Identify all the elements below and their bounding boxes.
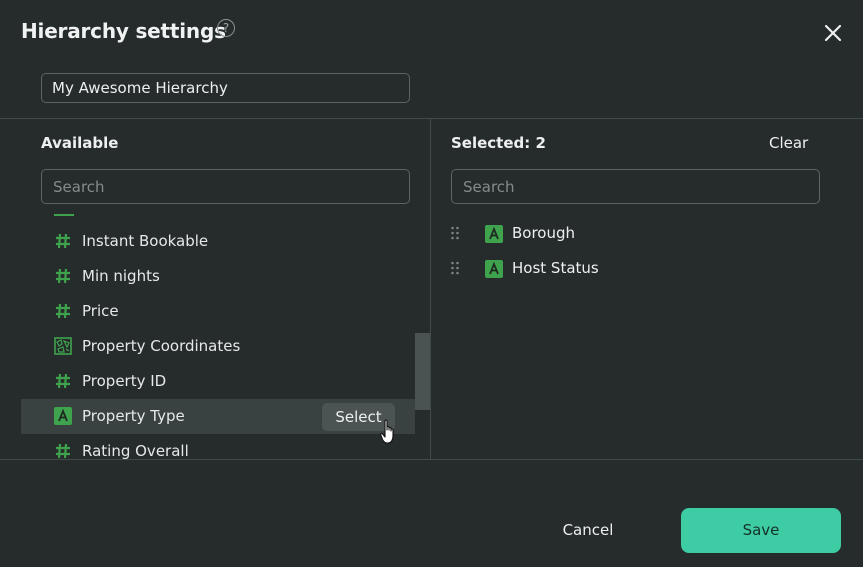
clear-button[interactable]: Clear <box>769 134 808 152</box>
number-icon <box>54 442 72 459</box>
list-item-label: Property Coordinates <box>82 337 241 355</box>
selected-search-input[interactable] <box>451 169 820 204</box>
help-icon[interactable]: ? <box>217 19 235 37</box>
cancel-button[interactable]: Cancel <box>543 508 633 553</box>
text-attribute-icon <box>485 260 503 278</box>
dialog-title: Hierarchy settings <box>21 19 226 43</box>
available-list: Instant Bookable Min nights Price Proper… <box>21 214 415 459</box>
number-icon <box>54 267 72 285</box>
geo-icon <box>54 337 72 355</box>
panel-divider <box>430 119 431 460</box>
available-search-input[interactable] <box>41 169 410 204</box>
list-item[interactable]: Instant Bookable <box>21 224 415 259</box>
list-item[interactable]: Rating Overall <box>21 434 415 459</box>
list-item[interactable]: Price <box>21 294 415 329</box>
hierarchy-settings-dialog: Hierarchy settings ? Available Instant B… <box>0 0 863 567</box>
selected-list-item[interactable]: Borough <box>451 217 821 247</box>
available-label: Available <box>41 134 119 152</box>
available-scrollbar[interactable] <box>415 333 430 410</box>
list-item[interactable]: Min nights <box>21 259 415 294</box>
list-item-label: Price <box>82 302 119 320</box>
number-icon <box>54 372 72 390</box>
selected-item-label: Borough <box>512 224 576 242</box>
selected-list-item[interactable]: Host Status <box>451 252 821 282</box>
selected-count-label: Selected: 2 <box>451 134 546 152</box>
list-item-label: Property Type <box>82 407 185 425</box>
list-item[interactable]: Property Coordinates <box>21 329 415 364</box>
list-item-label: Property ID <box>82 372 167 390</box>
number-icon <box>54 302 72 320</box>
list-item[interactable]: Property Type Select <box>21 399 415 434</box>
drag-handle-icon[interactable] <box>451 225 459 240</box>
selected-item-label: Host Status <box>512 259 599 277</box>
list-item-label: Min nights <box>82 267 160 285</box>
list-item-label: Instant Bookable <box>82 232 209 250</box>
header-divider <box>0 118 863 119</box>
save-button[interactable]: Save <box>681 508 841 553</box>
footer-divider <box>0 459 863 460</box>
drag-handle-icon[interactable] <box>451 260 459 275</box>
text-attribute-icon <box>54 407 72 425</box>
clipped-item-icon <box>54 214 74 216</box>
list-item[interactable]: Property ID <box>21 364 415 399</box>
number-icon <box>54 232 72 250</box>
close-icon[interactable] <box>822 22 844 44</box>
list-item-label: Rating Overall <box>82 442 189 459</box>
text-attribute-icon <box>485 225 503 243</box>
hierarchy-name-input[interactable] <box>41 73 410 103</box>
hand-cursor-icon <box>380 419 398 445</box>
